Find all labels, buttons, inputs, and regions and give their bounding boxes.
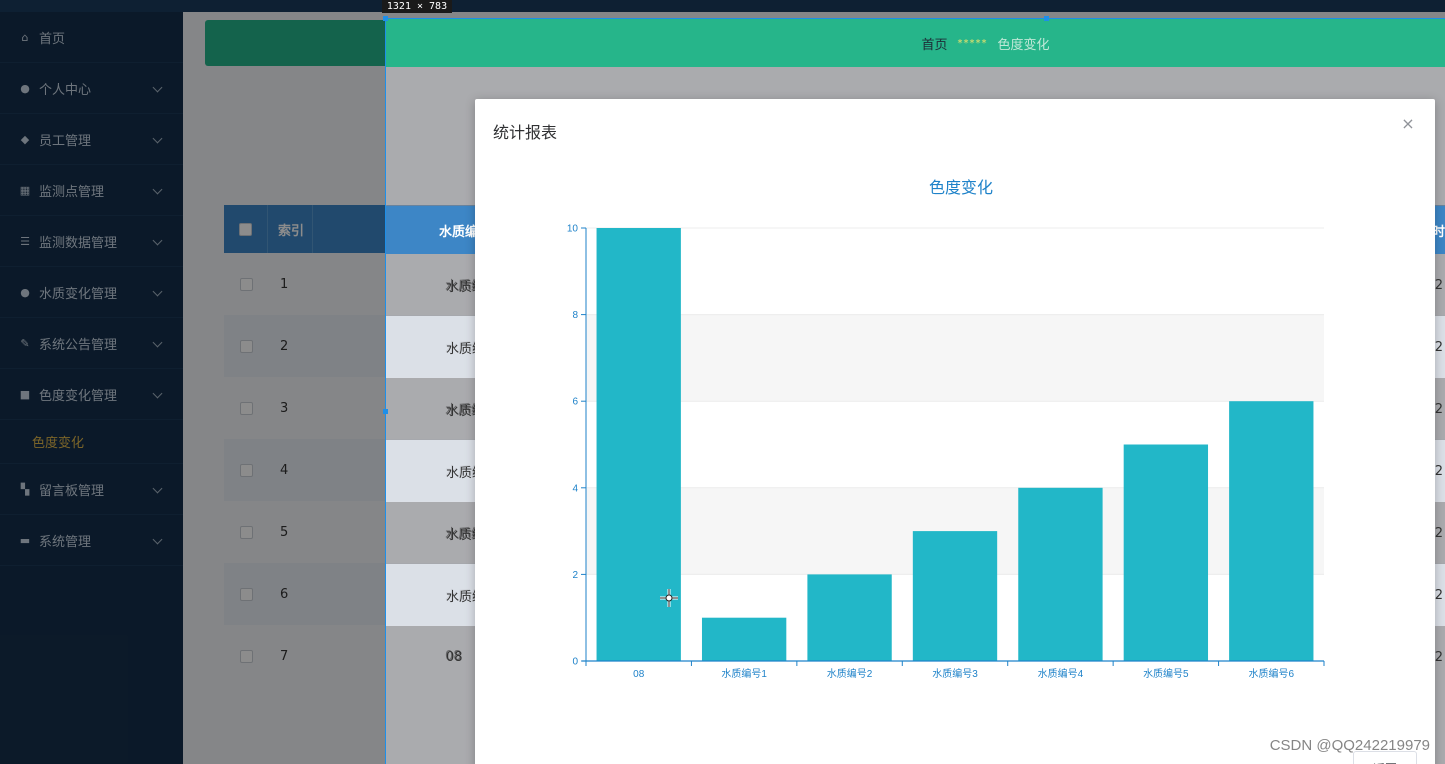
bar	[1229, 401, 1314, 661]
watermark: CSDN @QQ242219979	[1269, 737, 1430, 754]
x-tick-label: 水质编号5	[1143, 667, 1189, 680]
y-tick-label: 2	[572, 570, 578, 581]
bar	[807, 574, 892, 661]
color-change-chart: 色度变化 0 2 4 6 8 10 08 水质编号1 水质编号2 水质编号3 水质编号4 水质编号5 水质…	[567, 179, 1325, 680]
x-tick-label: 08	[633, 669, 645, 680]
y-tick-label: 8	[572, 310, 578, 321]
y-tick-label: 4	[572, 483, 578, 494]
cell-time: 2	[1434, 649, 1443, 665]
selection-breadcrumb: 首页 ***** 色度变化	[386, 19, 1445, 67]
grid-band	[586, 228, 1324, 315]
bar	[1123, 444, 1209, 661]
x-tick-label: 水质编号3	[932, 667, 978, 680]
bar	[1018, 487, 1103, 661]
chart-title: 色度变化	[929, 179, 993, 197]
bar	[912, 531, 998, 661]
report-dialog: 统计报表 × 色度变化 0 2 4 6 8 10 08 水质编号1 水质编号2 水质编号3 水质编号4…	[475, 99, 1435, 764]
grid-band	[586, 401, 1324, 488]
y-tick-label: 10	[567, 224, 579, 235]
breadcrumb-separator: *****	[957, 37, 988, 49]
crosshair-cursor-icon	[660, 589, 678, 607]
breadcrumb-home: 首页	[921, 37, 948, 53]
cell-time: 2	[1434, 463, 1443, 479]
selection-handle-top[interactable]	[1044, 16, 1049, 21]
selection-size-label: 1321 × 783	[382, 0, 452, 13]
grid-band	[586, 314, 1324, 402]
y-tick-label: 6	[572, 397, 578, 408]
breadcrumb-current: 色度变化	[997, 37, 1050, 53]
x-tick-label: 水质编号2	[827, 667, 873, 680]
bar	[701, 617, 787, 661]
cell-time: 2	[1434, 339, 1443, 355]
cell-code: 08	[446, 649, 463, 665]
cell-time: 2	[1434, 401, 1443, 417]
y-tick-label: 0	[572, 657, 578, 668]
x-tick-label: 水质编号6	[1249, 667, 1295, 680]
x-tick-label: 水质编号4	[1038, 667, 1084, 680]
selection-handle-left[interactable]	[383, 409, 388, 414]
cell-time: 2	[1434, 587, 1443, 603]
cell-time: 2	[1434, 277, 1443, 293]
cell-time: 2	[1434, 525, 1443, 541]
selection-handle-tl[interactable]	[383, 16, 388, 21]
x-tick-label: 水质编号1	[721, 667, 767, 680]
